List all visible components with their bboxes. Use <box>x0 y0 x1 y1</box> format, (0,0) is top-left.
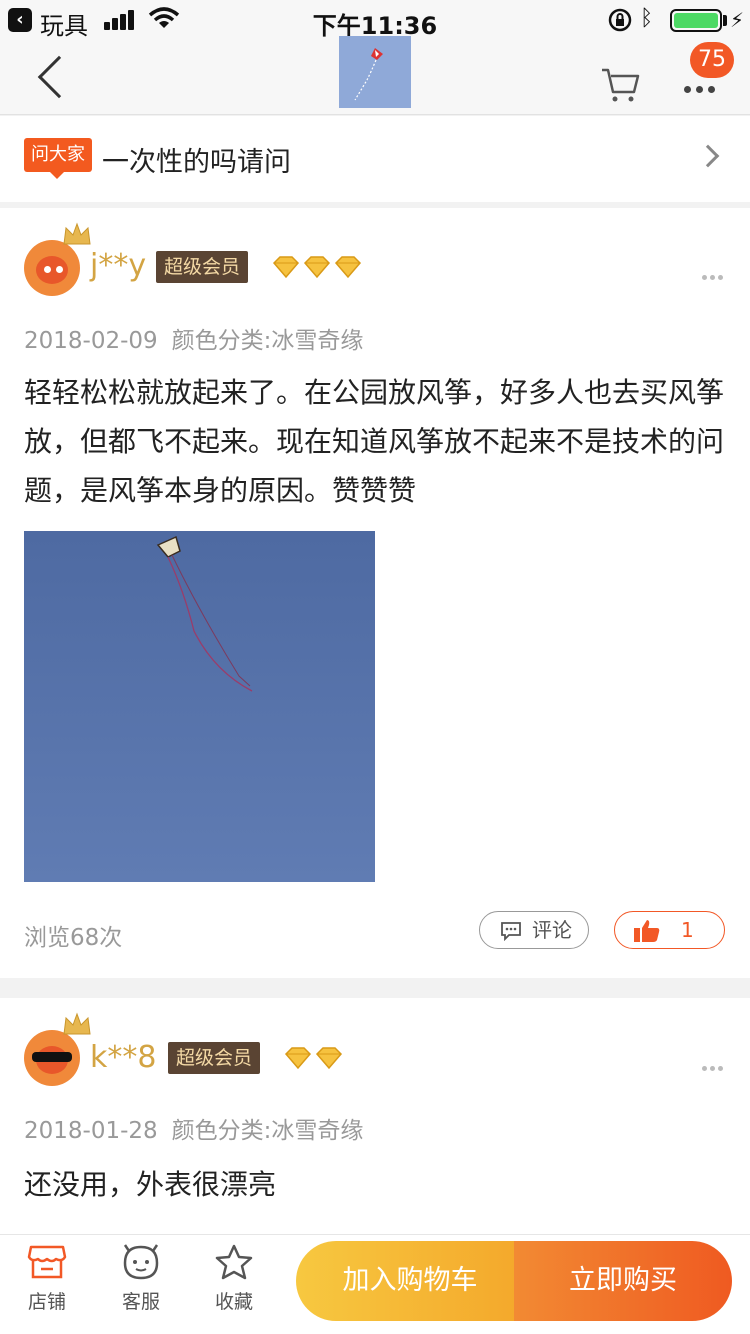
comment-icon <box>501 922 521 941</box>
username: j**y <box>90 248 147 283</box>
battery-icon <box>670 9 722 32</box>
crown-icon <box>63 222 91 245</box>
diamond-icon <box>315 1047 343 1070</box>
crown-icon <box>63 1012 91 1035</box>
thumbs-up-icon <box>634 920 660 942</box>
battery-tip <box>723 15 727 26</box>
status-bar: ‹ 玩具 下午11:36 ᛒ ⚡ <box>0 0 750 40</box>
review-variant: 颜色分类:冰雪奇缘 <box>171 1118 364 1144</box>
ask-everyone-tag: 问大家 <box>24 138 92 179</box>
bluetooth-icon: ᛒ <box>640 6 654 31</box>
cart-icon[interactable] <box>600 64 640 104</box>
review-date: 2018-01-28 <box>24 1118 158 1144</box>
super-member-badge: 超级会员 <box>156 251 249 283</box>
more-icon[interactable] <box>684 78 720 93</box>
message-count-badge: 75 <box>690 42 734 78</box>
review-more-icon[interactable] <box>702 1056 726 1071</box>
kite-image <box>339 36 411 108</box>
store-tab[interactable]: 店铺 <box>12 1243 82 1314</box>
charging-icon: ⚡ <box>730 8 745 32</box>
review-card: j**y 超级会员 2018-02-09 颜色分类:冰雪奇缘 轻轻松松就放起来了。… <box>0 208 750 978</box>
review-photo[interactable] <box>24 531 375 882</box>
favorite-tab-label: 收藏 <box>214 1291 253 1313</box>
level-diamonds <box>272 255 365 281</box>
review-text: 还没用，外表很漂亮 <box>24 1168 277 1201</box>
orientation-lock-icon <box>608 8 632 32</box>
service-tab[interactable]: 客服 <box>106 1243 176 1314</box>
review-text: 轻轻松松就放起来了。在公园放风筝，好多人也去买风筝放，但都飞不起来。现在知道风筝… <box>24 376 725 507</box>
service-icon <box>123 1244 159 1280</box>
purchase-buttons: 加入购物车 立即购买 <box>296 1241 732 1321</box>
review-more-icon[interactable] <box>702 265 726 280</box>
review-meta: 2018-02-09 颜色分类:冰雪奇缘 <box>24 321 377 355</box>
chevron-right-icon <box>696 144 720 168</box>
avatar[interactable] <box>24 1030 80 1086</box>
diamond-icon <box>303 256 331 279</box>
comment-button[interactable]: 评论 <box>479 911 589 949</box>
username: k**8 <box>90 1040 157 1075</box>
review-variant: 颜色分类:冰雪奇缘 <box>171 328 364 354</box>
review-card: k**8 超级会员 2018-01-28 颜色分类:冰雪奇缘 还没用，外表很漂亮 <box>0 998 750 1238</box>
diamond-icon <box>334 256 362 279</box>
level-diamonds <box>284 1046 346 1072</box>
service-tab-label: 客服 <box>121 1291 160 1313</box>
diamond-icon <box>272 256 300 279</box>
product-thumbnail[interactable] <box>339 36 411 108</box>
nav-bar: 75 <box>0 36 750 115</box>
bottom-action-bar: 店铺 客服 收藏 加入购物车 立即购买 <box>0 1234 750 1334</box>
view-count: 浏览68次 <box>24 925 123 951</box>
super-member-badge: 超级会员 <box>168 1042 261 1074</box>
diamond-icon <box>284 1047 312 1070</box>
buy-now-button[interactable]: 立即购买 <box>514 1241 732 1321</box>
avatar[interactable] <box>24 240 80 296</box>
store-tab-label: 店铺 <box>27 1291 66 1313</box>
star-icon <box>215 1244 253 1280</box>
like-button[interactable]: 1 <box>614 911 725 949</box>
favorite-tab[interactable]: 收藏 <box>199 1243 269 1314</box>
question-text: 一次性的吗请问 <box>102 147 291 178</box>
review-meta: 2018-01-28 颜色分类:冰雪奇缘 <box>24 1111 377 1145</box>
back-arrow-icon[interactable] <box>37 55 81 99</box>
review-date: 2018-02-09 <box>24 328 158 354</box>
like-count: 1 <box>681 918 694 942</box>
add-to-cart-button[interactable]: 加入购物车 <box>296 1241 514 1321</box>
ask-question-row[interactable]: 问大家 一次性的吗请问 <box>0 116 750 202</box>
kite-photo <box>24 531 375 882</box>
store-icon <box>27 1245 67 1279</box>
comment-label: 评论 <box>532 918 572 942</box>
